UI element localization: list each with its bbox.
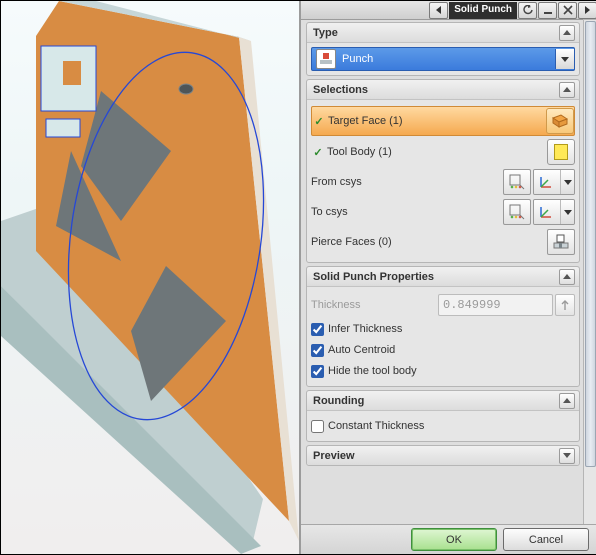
thickness-stepper — [555, 294, 575, 316]
infer-thickness-label: Infer Thickness — [328, 323, 402, 335]
undo-button[interactable] — [518, 2, 537, 19]
face-select-icon[interactable] — [546, 108, 574, 134]
infer-thickness-checkbox[interactable]: Infer Thickness — [311, 319, 575, 339]
section-label: Type — [313, 27, 338, 39]
from-csys-row: From csys — [311, 168, 575, 196]
to-csys-label: To csys — [311, 206, 501, 218]
auto-centroid-label: Auto Centroid — [328, 344, 395, 356]
section-rounding: Rounding Constant Thickness — [306, 390, 580, 442]
thickness-label: Thickness — [311, 299, 438, 311]
pierce-faces-row[interactable]: Pierce Faces (0) — [311, 228, 575, 256]
section-type: Type Punch — [306, 22, 580, 76]
constant-thickness-label: Constant Thickness — [328, 420, 424, 432]
chevron-up-icon — [559, 269, 575, 285]
chevron-up-icon — [559, 393, 575, 409]
close-button[interactable] — [558, 2, 577, 19]
thickness-field: 0.849999 — [438, 294, 553, 316]
target-face-label: Target Face (1) — [326, 115, 544, 127]
ok-label: OK — [446, 534, 462, 546]
section-label: Rounding — [313, 395, 364, 407]
panel-footer: OK Cancel — [301, 524, 596, 554]
panel-title-chip: Solid Punch — [449, 2, 517, 19]
section-selections-header[interactable]: Selections — [307, 80, 579, 100]
chevron-up-icon — [559, 25, 575, 41]
csys-dialog-button[interactable] — [503, 199, 531, 225]
section-type-header[interactable]: Type — [307, 23, 579, 43]
infer-thickness-input[interactable] — [311, 323, 324, 336]
type-value: Punch — [340, 53, 555, 65]
section-selections: Selections ✓ Target Face (1) ✓ — [306, 79, 580, 263]
section-preview-header[interactable]: Preview — [307, 446, 579, 465]
pierce-faces-label: Pierce Faces (0) — [311, 236, 545, 248]
cancel-label: Cancel — [529, 534, 563, 546]
solid-punch-panel: Solid Punch Type — [299, 1, 596, 554]
model-viewport[interactable] — [1, 1, 299, 554]
nav-prev-button[interactable] — [429, 2, 448, 19]
panel-title: Solid Punch — [454, 5, 512, 15]
csys-picker-button[interactable] — [533, 199, 575, 225]
constant-thickness-input[interactable] — [311, 420, 324, 433]
auto-centroid-checkbox[interactable]: Auto Centroid — [311, 340, 575, 360]
type-dropdown[interactable]: Punch — [311, 47, 575, 71]
thickness-row: Thickness 0.849999 — [311, 293, 575, 317]
hide-tool-body-label: Hide the tool body — [328, 365, 417, 377]
hide-tool-body-input[interactable] — [311, 365, 324, 378]
nav-next-button[interactable] — [578, 2, 596, 19]
csys-dialog-button[interactable] — [503, 169, 531, 195]
scrollbar-thumb[interactable] — [585, 21, 596, 467]
pierce-icon[interactable] — [547, 229, 575, 255]
target-face-row[interactable]: ✓ Target Face (1) — [311, 106, 575, 136]
from-csys-label: From csys — [311, 176, 501, 188]
section-label: Selections — [313, 84, 368, 96]
check-icon: ✓ — [312, 115, 326, 128]
chevron-up-icon — [559, 82, 575, 98]
hide-tool-body-checkbox[interactable]: Hide the tool body — [311, 361, 575, 381]
punch-icon — [316, 49, 336, 69]
auto-centroid-input[interactable] — [311, 344, 324, 357]
section-properties: Solid Punch Properties Thickness 0.84999… — [306, 266, 580, 387]
section-preview: Preview — [306, 445, 580, 466]
check-icon: ✓ — [311, 146, 325, 159]
constant-thickness-checkbox[interactable]: Constant Thickness — [311, 416, 575, 436]
cancel-button[interactable]: Cancel — [503, 528, 589, 551]
chevron-down-icon — [559, 448, 575, 464]
panel-scrollbar[interactable] — [583, 19, 596, 525]
section-label: Preview — [313, 450, 355, 462]
body-select-icon[interactable] — [547, 139, 575, 165]
tool-body-row[interactable]: ✓ Tool Body (1) — [311, 138, 575, 166]
tool-body-label: Tool Body (1) — [325, 146, 545, 158]
section-label: Solid Punch Properties — [313, 271, 434, 283]
section-properties-header[interactable]: Solid Punch Properties — [307, 267, 579, 287]
ok-button[interactable]: OK — [411, 528, 497, 551]
section-rounding-header[interactable]: Rounding — [307, 391, 579, 411]
chevron-down-icon — [555, 49, 574, 69]
csys-picker-button[interactable] — [533, 169, 575, 195]
minimize-button[interactable] — [538, 2, 557, 19]
to-csys-row: To csys — [311, 198, 575, 226]
panel-titlebar: Solid Punch — [301, 1, 596, 20]
